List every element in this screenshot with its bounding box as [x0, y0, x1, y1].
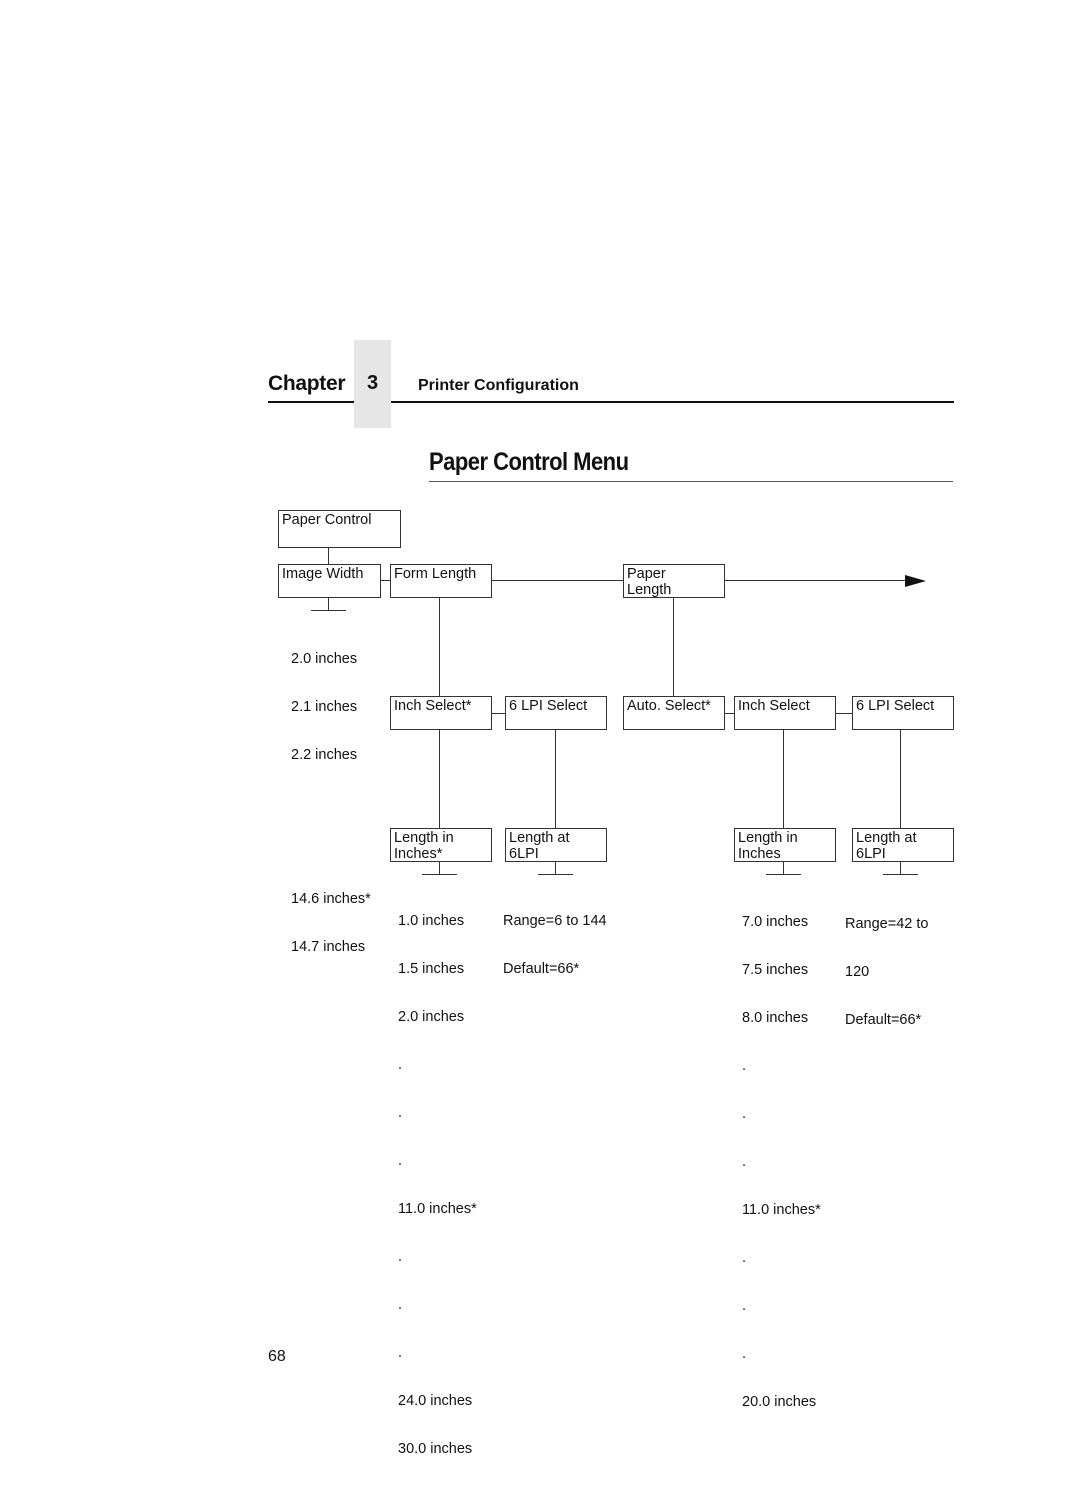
value-bracket — [422, 874, 457, 875]
value-item: 14.6 inches* — [291, 891, 371, 907]
image-width-values: 2.0 inches 2.1 inches 2.2 inches 14.6 in… — [291, 619, 371, 987]
node-length-at-6lpi-paper: Length at 6LPI — [852, 828, 954, 862]
connector — [381, 580, 390, 581]
value-item: 8.0 inches — [742, 1010, 809, 1026]
header-rule — [268, 401, 354, 403]
page-title: Paper Control Menu — [429, 448, 629, 476]
value-item: Default=66* — [845, 1012, 922, 1028]
node-inch-select-paper: Inch Select — [734, 696, 836, 730]
connector — [492, 713, 505, 714]
connector — [328, 598, 329, 610]
value-item: . — [742, 1298, 747, 1314]
value-item: 2.2 inches — [291, 747, 358, 763]
node-length-at-6lpi-form: Length at 6LPI — [505, 828, 607, 862]
connector — [900, 730, 901, 828]
page-number: 68 — [268, 1348, 286, 1365]
value-bracket — [766, 874, 801, 875]
node-auto-select: Auto. Select* — [623, 696, 725, 730]
node-6lpi-select-paper: 6 LPI Select — [852, 696, 954, 730]
value-bracket — [883, 874, 918, 875]
node-length-in-inches-paper: Length in Inches — [734, 828, 836, 862]
chapter-label: Chapter — [268, 372, 346, 395]
connector — [900, 862, 901, 874]
value-item: . — [398, 1153, 403, 1169]
value-bracket — [538, 874, 573, 875]
value-item: . — [742, 1250, 747, 1266]
value-item: 7.0 inches — [742, 914, 809, 930]
value-item: 2.1 inches — [291, 699, 358, 715]
connector — [555, 730, 556, 828]
value-item: 20.0 inches — [742, 1394, 817, 1410]
value-item: 14.7 inches — [291, 939, 366, 955]
node-inch-select-form: Inch Select* — [390, 696, 492, 730]
value-item: . — [398, 1345, 403, 1361]
connector — [439, 730, 440, 828]
node-length-in-inches-form: Length in Inches* — [390, 828, 492, 862]
connector — [555, 862, 556, 874]
node-form-length: Form Length — [390, 564, 492, 598]
value-item: 7.5 inches — [742, 962, 809, 978]
node-image-width: Image Width — [278, 564, 381, 598]
value-item: 1.5 inches — [398, 961, 465, 977]
value-bracket — [311, 610, 346, 611]
value-item: . — [742, 1346, 747, 1362]
connector — [725, 713, 734, 714]
connector — [836, 713, 852, 714]
node-paper-length: Paper Length — [623, 564, 725, 598]
value-item: 1.0 inches — [398, 913, 465, 929]
value-item: 11.0 inches* — [398, 1201, 477, 1217]
paper-length-inch-values: 7.0 inches 7.5 inches 8.0 inches . . . 1… — [742, 882, 821, 1442]
value-item: . — [398, 1057, 403, 1073]
value-item: 11.0 inches* — [742, 1202, 821, 1218]
form-length-inch-values: 1.0 inches 1.5 inches 2.0 inches . . . 1… — [398, 881, 477, 1489]
value-item: 2.0 inches — [291, 651, 358, 667]
node-paper-control: Paper Control — [278, 510, 401, 548]
value-item: Range=6 to 144 — [503, 913, 607, 929]
value-item: . — [742, 1154, 747, 1170]
value-item: 2.0 inches — [398, 1009, 465, 1025]
form-length-lpi-values: Range=6 to 144 Default=66* — [503, 881, 607, 1009]
connector — [439, 598, 440, 696]
header-rule — [391, 401, 954, 403]
value-item: Default=66* — [503, 961, 580, 977]
value-item: . — [398, 1297, 403, 1313]
value-item: 24.0 inches — [398, 1393, 473, 1409]
connector — [673, 598, 674, 696]
value-item: . — [742, 1106, 747, 1122]
connector — [328, 548, 329, 564]
node-6lpi-select-form: 6 LPI Select — [505, 696, 607, 730]
connector — [783, 730, 784, 828]
right-arrow-icon — [905, 575, 926, 587]
value-item: 30.0 inches — [398, 1441, 473, 1457]
value-item: Range=42 to — [845, 916, 929, 932]
value-item: . — [398, 1249, 403, 1265]
title-rule — [429, 481, 953, 482]
section-title: Printer Configuration — [418, 377, 579, 394]
connector — [725, 580, 910, 581]
paper-length-lpi-values: Range=42 to 120 Default=66* — [845, 884, 928, 1060]
value-item: 120 — [845, 964, 870, 980]
connector — [492, 580, 623, 581]
connector — [439, 862, 440, 874]
chapter-number: 3 — [366, 372, 379, 394]
value-item: . — [398, 1105, 403, 1121]
value-item: . — [742, 1058, 747, 1074]
connector — [783, 862, 784, 874]
